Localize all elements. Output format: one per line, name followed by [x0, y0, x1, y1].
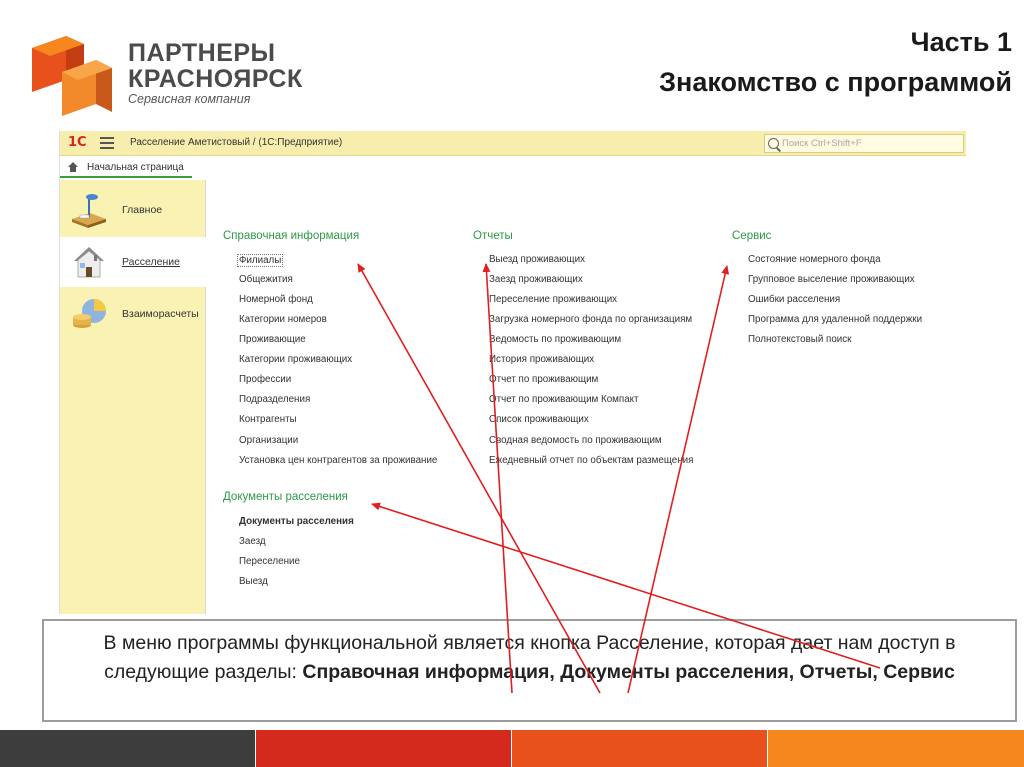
- home-tab-label: Начальная страница: [87, 162, 184, 173]
- search-icon: [768, 138, 779, 149]
- logo-cube-icon: [32, 36, 112, 116]
- list-item[interactable]: Выезд проживающих: [489, 254, 585, 265]
- sidebar-item-label: Главное: [122, 204, 163, 216]
- slide-title-line2: Знакомство с программой: [659, 67, 1012, 97]
- list-item[interactable]: Контрагенты: [239, 414, 297, 425]
- sidebar-item-label: Расселение: [122, 256, 180, 268]
- desk-lamp-icon: [72, 194, 106, 228]
- list-item[interactable]: Переселение проживающих: [489, 294, 617, 305]
- sidebar-item-label: Взаиморасчеты: [122, 308, 199, 320]
- logo-title-line1: ПАРТНЕРЫ: [128, 39, 276, 67]
- app-title-bar: 1С Расселение Аметистовый / (1С:Предприя…: [60, 131, 966, 156]
- sidebar-item-settlements-payments[interactable]: Взаиморасчеты: [60, 289, 206, 339]
- slide-title-line1: Часть 1: [910, 27, 1012, 57]
- list-item[interactable]: Полнотекстовый поиск: [748, 334, 851, 345]
- list-item[interactable]: Ведомость по проживающим: [489, 334, 621, 345]
- list-item[interactable]: Профессии: [239, 374, 291, 385]
- footer-stripe-orange: [768, 730, 1024, 767]
- footer-stripe-dark: [0, 730, 255, 767]
- list-item[interactable]: Номерной фонд: [239, 294, 313, 305]
- section-service-title: Сервис: [732, 230, 772, 242]
- list-item[interactable]: Ежедневный отчет по объектам размещения: [489, 455, 693, 466]
- footer-stripe-red: [256, 730, 511, 767]
- home-icon: [68, 162, 78, 172]
- list-item[interactable]: Отчет по проживающим: [489, 374, 598, 385]
- list-item[interactable]: Подразделения: [239, 394, 310, 405]
- list-item[interactable]: Филиалы: [237, 254, 284, 267]
- caption-box: В меню программы функциональной является…: [42, 619, 1017, 722]
- list-item[interactable]: Ошибки расселения: [748, 294, 840, 305]
- coins-chart-icon: [73, 299, 106, 328]
- list-item[interactable]: Заезд: [239, 536, 266, 547]
- onec-logo: 1С: [68, 135, 87, 150]
- list-item[interactable]: Отчет по проживающим Компакт: [489, 394, 639, 405]
- list-item[interactable]: Программа для удаленной поддержки: [748, 314, 922, 325]
- list-item[interactable]: Переселение: [239, 556, 300, 567]
- window-title: Расселение Аметистовый / (1С:Предприятие…: [130, 137, 343, 148]
- list-item[interactable]: Список проживающих: [489, 414, 589, 425]
- list-item[interactable]: Проживающие: [239, 334, 306, 345]
- caption-bold-text: Справочная информация, Документы расселе…: [302, 661, 955, 683]
- main-content: Справочная информация Филиалы Общежития …: [206, 180, 966, 614]
- list-item[interactable]: Заезд проживающих: [489, 274, 583, 285]
- list-item[interactable]: Установка цен контрагентов за проживание: [239, 455, 437, 466]
- list-item[interactable]: История проживающих: [489, 354, 594, 365]
- sidebar-item-main[interactable]: Главное: [60, 185, 206, 235]
- list-item[interactable]: Общежития: [239, 274, 293, 285]
- list-item[interactable]: Категории проживающих: [239, 354, 352, 365]
- section-reports-title: Отчеты: [473, 230, 513, 242]
- footer-stripe-orange-red: [512, 730, 767, 767]
- list-item[interactable]: Сводная ведомость по проживающим: [489, 435, 662, 446]
- list-item[interactable]: Категории номеров: [239, 314, 327, 325]
- logo-subtitle: Сервисная компания: [128, 92, 251, 106]
- company-logo: ПАРТНЕРЫ КРАСНОЯРСК Сервисная компания: [22, 28, 302, 124]
- section-reference-title: Справочная информация: [223, 230, 360, 242]
- list-item[interactable]: Групповое выселение проживающих: [748, 274, 915, 285]
- search-box[interactable]: [764, 134, 964, 153]
- logo-title-line2: КРАСНОЯРСК: [128, 65, 303, 93]
- list-item[interactable]: Выезд: [239, 576, 268, 587]
- tab-home[interactable]: Начальная страница: [60, 158, 192, 178]
- list-item[interactable]: Организации: [239, 435, 298, 446]
- slide-title: Часть 1 Знакомство с программой: [659, 22, 1012, 102]
- app-window: 1С Расселение Аметистовый / (1С:Предприя…: [59, 131, 966, 614]
- main-menu-icon[interactable]: [100, 137, 114, 149]
- list-item[interactable]: Загрузка номерного фонда по организациям: [489, 314, 692, 325]
- section-documents-title: Документы расселения: [223, 491, 348, 503]
- house-icon: [74, 247, 104, 278]
- search-input[interactable]: [782, 137, 962, 150]
- sidebar: Главное Расселение Взаиморасчеты: [60, 180, 206, 614]
- list-item[interactable]: Документы расселения: [239, 516, 354, 527]
- sidebar-item-settlement[interactable]: Расселение: [60, 237, 206, 287]
- list-item[interactable]: Состояние номерного фонда: [748, 254, 881, 265]
